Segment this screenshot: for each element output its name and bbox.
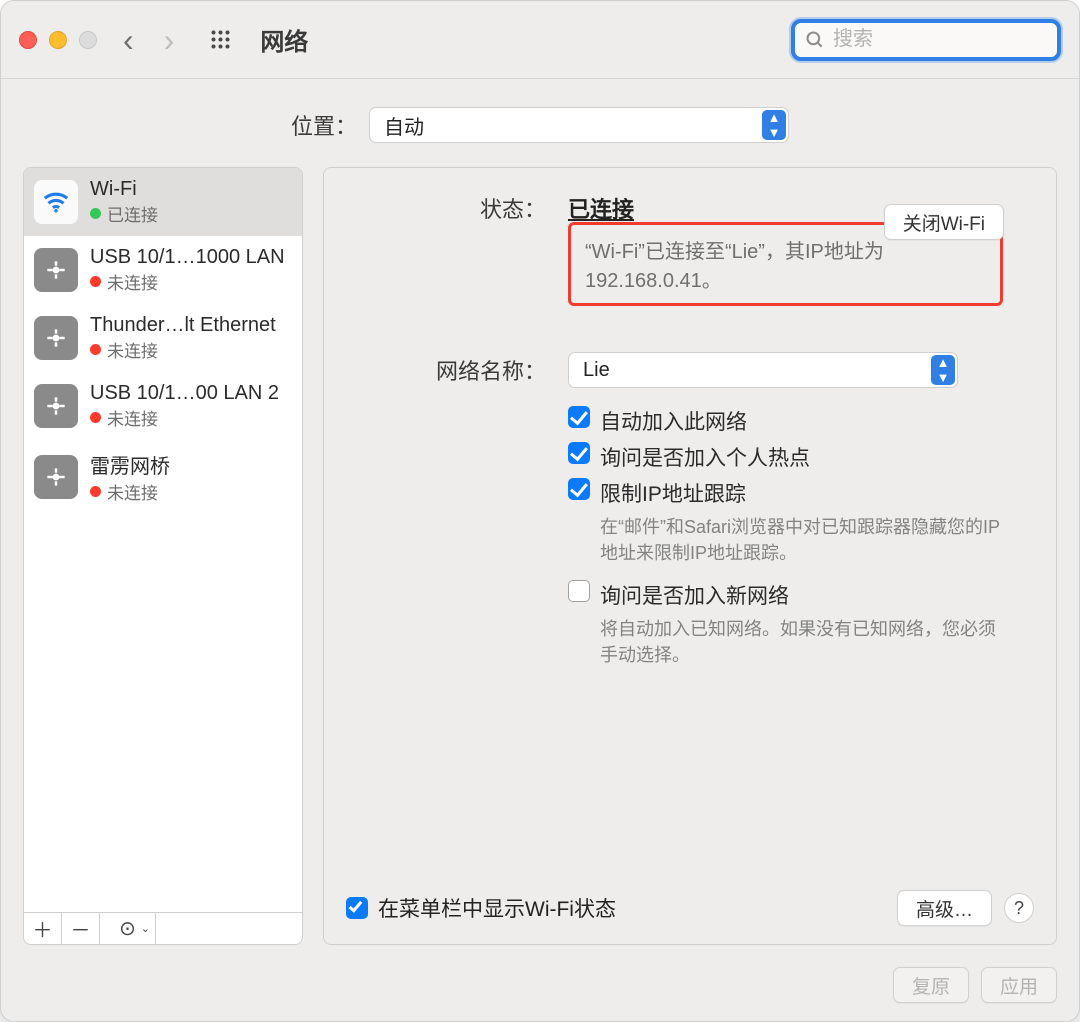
service-item-usb-lan-2[interactable]: USB 10/1…00 LAN 2 未连接 bbox=[24, 372, 302, 440]
turn-off-wifi-button[interactable]: 关闭Wi-Fi bbox=[884, 204, 1004, 240]
limit-tracking-description: 在“邮件”和Safari浏览器中对已知跟踪器隐藏您的IP地址来限制IP地址跟踪。 bbox=[600, 514, 1000, 566]
network-name-value: Lie bbox=[583, 359, 610, 382]
window-title: 网络 bbox=[260, 22, 308, 57]
autojoin-label: 自动加入此网络 bbox=[600, 406, 747, 436]
service-list: Wi-Fi 已连接 USB 10/1…1000 LAN 未连接 bbox=[23, 167, 303, 913]
autojoin-checkbox[interactable] bbox=[568, 406, 590, 428]
footer: 复原 应用 bbox=[23, 967, 1057, 1003]
ask-hotspot-checkbox[interactable] bbox=[568, 442, 590, 464]
service-status: 未连接 bbox=[90, 405, 279, 430]
service-status: 已连接 bbox=[90, 201, 158, 226]
service-name: 雷雳网桥 bbox=[90, 450, 170, 479]
nav-arrows: ‹ › bbox=[123, 24, 174, 56]
ask-new-label: 询问是否加入新网络 bbox=[600, 580, 789, 610]
network-name-label: 网络名称： bbox=[346, 354, 546, 386]
forward-button: › bbox=[164, 24, 175, 56]
service-status: 未连接 bbox=[90, 479, 170, 504]
apply-button: 应用 bbox=[981, 967, 1057, 1003]
status-dot-icon bbox=[90, 276, 101, 287]
ethernet-icon bbox=[34, 384, 78, 428]
details-panel: 状态： 已连接 “Wi-Fi”已连接至“Lie”，其IP地址为192.168.0… bbox=[323, 167, 1057, 945]
network-preferences-window: ‹ › 网络 位置： 自动 ▲▼ bbox=[0, 0, 1080, 1022]
service-status: 未连接 bbox=[90, 337, 276, 362]
service-name: Thunder…lt Ethernet bbox=[90, 314, 276, 337]
advanced-button[interactable]: 高级… bbox=[897, 890, 992, 926]
ethernet-icon bbox=[34, 316, 78, 360]
content: 位置： 自动 ▲▼ Wi-Fi 已连接 bbox=[1, 79, 1079, 1021]
service-status: 未连接 bbox=[90, 269, 285, 294]
location-row: 位置： 自动 ▲▼ bbox=[23, 107, 1057, 143]
chevron-updown-icon: ▲▼ bbox=[931, 355, 955, 385]
search-field[interactable] bbox=[791, 19, 1061, 61]
close-window-button[interactable] bbox=[19, 31, 37, 49]
minimize-window-button[interactable] bbox=[49, 31, 67, 49]
service-name: USB 10/1…00 LAN 2 bbox=[90, 382, 279, 405]
service-name: Wi-Fi bbox=[90, 178, 158, 201]
remove-service-button[interactable]: － bbox=[62, 913, 100, 944]
status-dot-icon bbox=[90, 344, 101, 355]
status-dot-icon bbox=[90, 486, 101, 497]
location-label: 位置： bbox=[291, 109, 357, 141]
ask-new-checkbox-row: 询问是否加入新网络 bbox=[568, 580, 1034, 610]
ethernet-icon bbox=[34, 455, 78, 499]
network-name-popup[interactable]: Lie ▲▼ bbox=[568, 352, 958, 388]
service-item-thunderbolt-eth[interactable]: Thunder…lt Ethernet 未连接 bbox=[24, 304, 302, 372]
details-header: 状态： 已连接 “Wi-Fi”已连接至“Lie”，其IP地址为192.168.0… bbox=[346, 192, 1034, 316]
gear-icon: ⊙ bbox=[119, 916, 136, 941]
search-icon bbox=[805, 30, 825, 50]
add-service-button[interactable]: ＋ bbox=[24, 913, 62, 944]
back-button[interactable]: ‹ bbox=[123, 24, 134, 56]
chevron-down-icon: ⌄ bbox=[141, 922, 150, 935]
search-input[interactable] bbox=[833, 28, 1080, 51]
wifi-icon bbox=[34, 180, 78, 224]
service-sidebar: Wi-Fi 已连接 USB 10/1…1000 LAN 未连接 bbox=[23, 167, 303, 945]
service-item-thunderbolt-bridge[interactable]: 雷雳网桥 未连接 bbox=[24, 440, 302, 514]
details-bottom-row: 在菜单栏中显示Wi-Fi状态 高级… ? bbox=[346, 890, 1034, 926]
revert-button: 复原 bbox=[893, 967, 969, 1003]
sidebar-tools: ＋ － ⊙⌄ bbox=[23, 913, 303, 945]
help-button[interactable]: ? bbox=[1004, 893, 1034, 923]
show-menubar-checkbox[interactable] bbox=[346, 897, 368, 919]
location-value: 自动 bbox=[384, 111, 424, 140]
main-row: Wi-Fi 已连接 USB 10/1…1000 LAN 未连接 bbox=[23, 167, 1057, 945]
limit-tracking-checkbox[interactable] bbox=[568, 478, 590, 500]
traffic-lights bbox=[19, 31, 97, 49]
ethernet-icon bbox=[34, 248, 78, 292]
titlebar: ‹ › 网络 bbox=[1, 1, 1079, 79]
ask-hotspot-checkbox-row: 询问是否加入个人热点 bbox=[568, 442, 1034, 472]
service-item-wifi[interactable]: Wi-Fi 已连接 bbox=[24, 168, 302, 236]
zoom-window-button bbox=[79, 31, 97, 49]
service-actions-menu[interactable]: ⊙⌄ bbox=[100, 913, 156, 944]
limit-tracking-label: 限制IP地址跟踪 bbox=[600, 478, 746, 508]
limit-tracking-checkbox-row: 限制IP地址跟踪 bbox=[568, 478, 1034, 508]
status-dot-icon bbox=[90, 208, 101, 219]
status-dot-icon bbox=[90, 412, 101, 423]
show-all-prefs-button[interactable] bbox=[210, 29, 232, 51]
status-label: 状态： bbox=[346, 192, 546, 224]
status-detail-text: “Wi-Fi”已连接至“Lie”，其IP地址为192.168.0.41。 bbox=[585, 241, 884, 292]
ask-hotspot-label: 询问是否加入个人热点 bbox=[600, 442, 810, 472]
ask-new-checkbox[interactable] bbox=[568, 580, 590, 602]
show-menubar-label: 在菜单栏中显示Wi-Fi状态 bbox=[378, 893, 616, 923]
chevron-updown-icon: ▲▼ bbox=[762, 110, 786, 140]
service-name: USB 10/1…1000 LAN bbox=[90, 246, 285, 269]
ask-new-description: 将自动加入已知网络。如果没有已知网络，您必须手动选择。 bbox=[600, 616, 1000, 668]
autojoin-checkbox-row: 自动加入此网络 bbox=[568, 406, 1034, 436]
service-item-usb-lan-1[interactable]: USB 10/1…1000 LAN 未连接 bbox=[24, 236, 302, 304]
location-popup[interactable]: 自动 ▲▼ bbox=[369, 107, 789, 143]
